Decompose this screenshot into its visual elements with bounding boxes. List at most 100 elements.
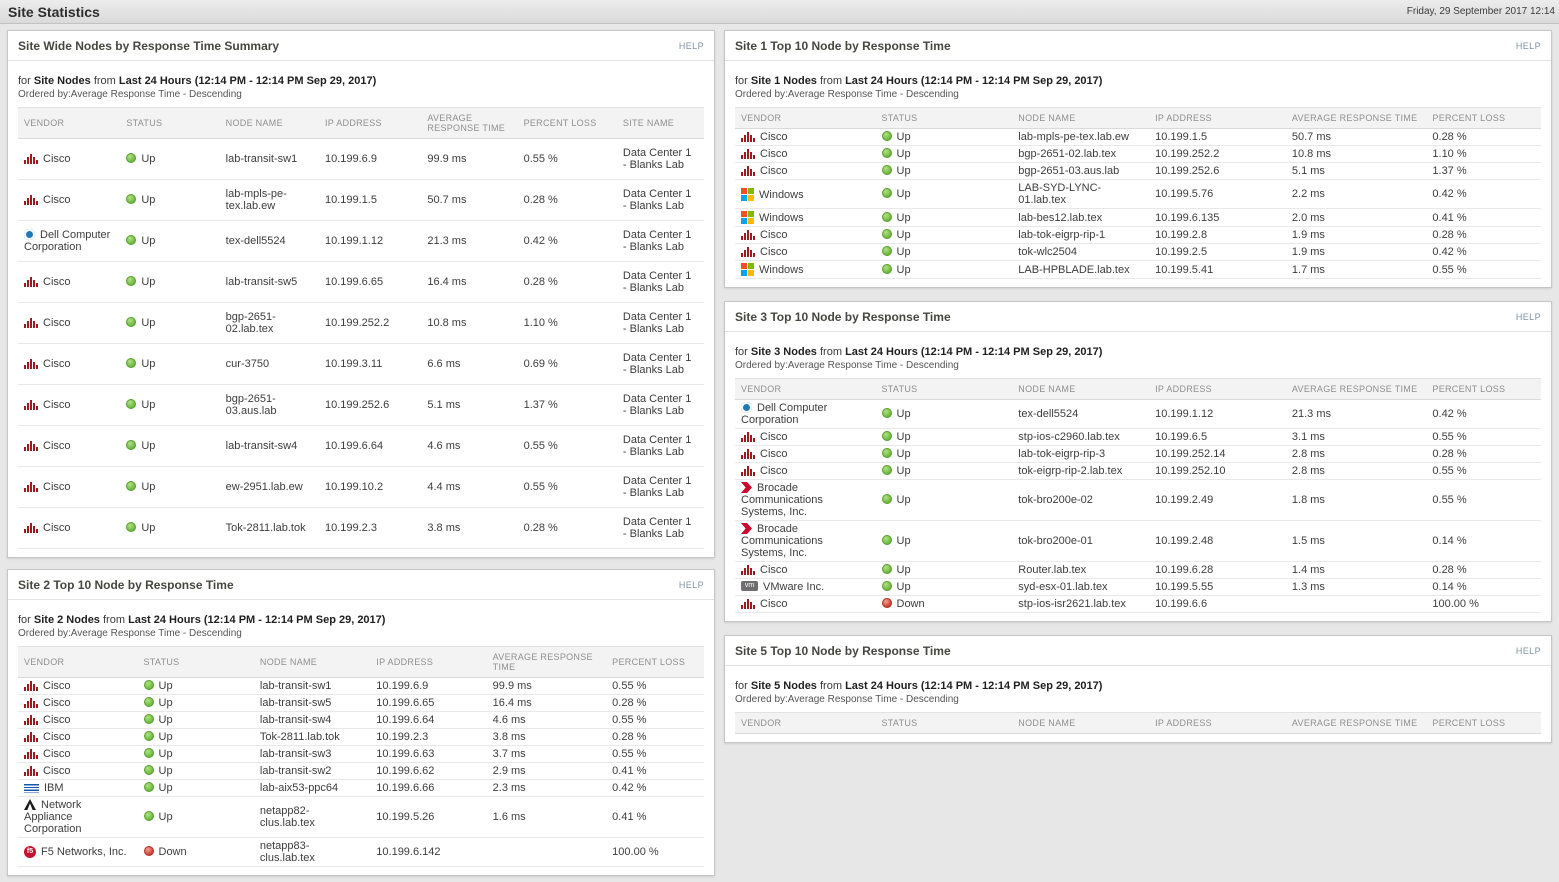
node-name-cell[interactable]: lab-transit-sw1 — [219, 138, 319, 180]
site-name-cell: Data Center 1 - Blanks Lab — [616, 343, 704, 385]
node-name-cell[interactable]: netapp82-clus.lab.tex — [253, 796, 371, 838]
percent-loss-cell: 0.55 % — [1426, 260, 1541, 279]
ip-address-cell: 10.199.252.6 — [1149, 162, 1286, 180]
panel-header: Site 1 Top 10 Node by Response Time HELP — [725, 31, 1551, 61]
cisco-icon — [24, 441, 38, 451]
ip-address-cell: 10.199.3.11 — [318, 343, 422, 385]
node-name-cell[interactable]: lab-aix53-ppc64 — [253, 779, 371, 797]
node-name-cell[interactable]: lab-transit-sw3 — [253, 745, 371, 763]
node-name-cell[interactable]: ew-2951.lab.ew — [219, 466, 319, 508]
vendor-cell: Cisco — [735, 462, 876, 480]
node-name-cell[interactable]: cur-3750 — [219, 343, 319, 385]
help-link[interactable]: HELP — [1516, 312, 1541, 322]
cisco-icon — [741, 449, 755, 459]
time-range-text: for Site 5 Nodes from Last 24 Hours (12:… — [735, 680, 1541, 692]
node-name-cell[interactable]: Router.lab.tex — [1012, 561, 1150, 579]
node-name-cell[interactable]: bgp-2651-03.aus.lab — [1012, 162, 1150, 180]
node-name-cell[interactable]: tok-bro200e-01 — [1012, 520, 1150, 562]
status-up-icon — [126, 522, 137, 532]
status-up-icon — [143, 680, 154, 690]
node-name-cell[interactable]: lab-transit-sw2 — [253, 762, 371, 780]
node-name-cell[interactable]: lab-bes12.lab.tex — [1012, 208, 1150, 227]
avg-response-time-cell: 1.5 ms — [1285, 520, 1427, 562]
site-name-cell: Data Center 1 - Blanks Lab — [616, 302, 704, 344]
cisco-icon — [24, 195, 38, 205]
percent-loss-cell: 1.37 % — [517, 384, 617, 426]
node-name-cell[interactable]: Tok-2811.lab.tok — [253, 728, 371, 746]
node-name-cell[interactable]: tok-eigrp-rip-2.lab.tex — [1012, 462, 1150, 480]
column-header: AVERAGE RESPONSE TIME — [1285, 378, 1427, 400]
status-up-icon — [143, 714, 154, 724]
node-name-cell[interactable]: bgp-2651-02.lab.tex — [219, 302, 319, 344]
ordered-by-text: Ordered by:Average Response Time - Desce… — [18, 89, 242, 100]
help-link[interactable]: HELP — [1516, 646, 1541, 656]
percent-loss-cell: 0.69 % — [517, 343, 617, 385]
vendor-cell: Windows — [735, 179, 876, 209]
node-name-cell[interactable]: lab-mpls-pe-tex.lab.ew — [1012, 128, 1150, 146]
table-row: Network Appliance Corporation Up netapp82-… — [18, 796, 704, 838]
node-name-cell[interactable]: stp-ios-isr2621.lab.tex — [1012, 595, 1150, 613]
node-name-cell[interactable]: stp-ios-c2960.lab.tex — [1012, 428, 1150, 446]
help-link[interactable]: HELP — [1516, 41, 1541, 51]
node-name-cell[interactable]: bgp-2651-03.aus.lab — [219, 384, 319, 426]
node-name-cell[interactable]: lab-mpls-pe-tex.lab.ew — [219, 179, 319, 221]
table-row: Cisco Up stp-ios-c2960.lab.tex 10.199.6.5 3.… — [735, 428, 1541, 446]
status-up-icon — [881, 448, 892, 458]
percent-loss-cell: 0.28 % — [1426, 445, 1541, 463]
table-row: Cisco Up tok-wlc2504 10.199.2.5 1.9 ms 0.42 % — [735, 243, 1541, 261]
node-name-cell[interactable]: lab-transit-sw1 — [253, 677, 371, 695]
node-name-cell[interactable]: lab-transit-sw5 — [253, 694, 371, 712]
node-name-cell[interactable]: LAB-HPBLADE.lab.tex — [1012, 260, 1150, 279]
column-header: NODE NAME — [1012, 378, 1150, 400]
node-name-cell[interactable]: tex-dell5524 — [1012, 399, 1150, 429]
vmware-icon — [741, 581, 758, 591]
status-cell: Up — [875, 128, 1013, 146]
intro-scope: Site Nodes — [33, 75, 91, 87]
table-row: Cisco Up lab-transit-sw4 10.199.6.64 4.6 ms 0… — [18, 425, 704, 467]
ip-address-cell: 10.199.252.6 — [318, 384, 422, 426]
status-up-icon — [143, 697, 154, 707]
avg-response-time-cell: 3.7 ms — [486, 745, 607, 763]
table-row: Windows Up LAB-SYD-LYNC-01.lab.tex 10.199.5… — [735, 179, 1541, 209]
node-name-cell[interactable]: tok-bro200e-02 — [1012, 479, 1150, 521]
intro-mid: from — [820, 75, 842, 87]
node-name-cell[interactable]: lab-transit-sw5 — [219, 261, 319, 303]
intro-scope: Site 3 Nodes — [750, 346, 817, 358]
help-link[interactable]: HELP — [679, 580, 704, 590]
node-name-cell[interactable]: Tok-2811.lab.tok — [219, 507, 319, 549]
column-header: IP ADDRESS — [1149, 378, 1286, 400]
ip-address-cell: 10.199.5.41 — [1149, 260, 1286, 279]
cisco-icon — [24, 715, 38, 725]
node-name-cell[interactable]: lab-transit-sw4 — [219, 425, 319, 467]
help-link[interactable]: HELP — [679, 41, 704, 51]
intro-pre: for — [735, 680, 748, 692]
table-header-row: VENDOR STATUS NODE NAME IP ADDRESS AVERAGE R… — [735, 107, 1541, 129]
status-up-icon — [126, 399, 137, 409]
ip-address-cell: 10.199.6.62 — [370, 762, 487, 780]
panel-title: Site 2 Top 10 Node by Response Time — [18, 578, 234, 592]
status-cell: Up — [120, 425, 220, 467]
column-header: AVERAGE RESPONSE TIME — [1285, 107, 1427, 129]
intro-scope: Site 1 Nodes — [750, 75, 817, 87]
ip-address-cell: 10.199.10.2 — [318, 466, 422, 508]
node-name-cell[interactable]: tok-wlc2504 — [1012, 243, 1150, 261]
intro-range: Last 24 Hours (12:14 PM - 12:14 PM Sep 2… — [118, 75, 377, 87]
node-name-cell[interactable]: lab-tok-eigrp-rip-1 — [1012, 226, 1150, 244]
status-cell: Up — [137, 694, 254, 712]
node-name-cell[interactable]: netapp83-clus.lab.tex — [253, 837, 371, 867]
node-name-cell[interactable]: lab-transit-sw4 — [253, 711, 371, 729]
node-name-cell[interactable]: tex-dell5524 — [219, 220, 319, 262]
node-name-cell[interactable]: LAB-SYD-LYNC-01.lab.tex — [1012, 179, 1150, 209]
node-name-cell[interactable]: bgp-2651-02.lab.tex — [1012, 145, 1150, 163]
avg-response-time-cell: 3.8 ms — [421, 507, 518, 549]
node-name-cell[interactable]: lab-tok-eigrp-rip-3 — [1012, 445, 1150, 463]
status-cell: Up — [120, 261, 220, 303]
table-row: Cisco Up bgp-2651-02.lab.tex 10.199.252.2 10… — [735, 145, 1541, 163]
vendor-cell: IBM — [18, 779, 138, 797]
panel-body: for Site 2 Nodes from Last 24 Hours (12:… — [8, 600, 714, 875]
status-cell: Up — [120, 302, 220, 344]
node-name-cell[interactable]: syd-esx-01.lab.tex — [1012, 578, 1150, 596]
page-datetime: Friday, 29 September 2017 12:14 — [1406, 6, 1555, 17]
dashboard-columns: Site Wide Nodes by Response Time Summary… — [0, 24, 1559, 882]
table-row: F5 Networks, Inc.Downnetapp83-clus.lab.t… — [18, 837, 704, 867]
